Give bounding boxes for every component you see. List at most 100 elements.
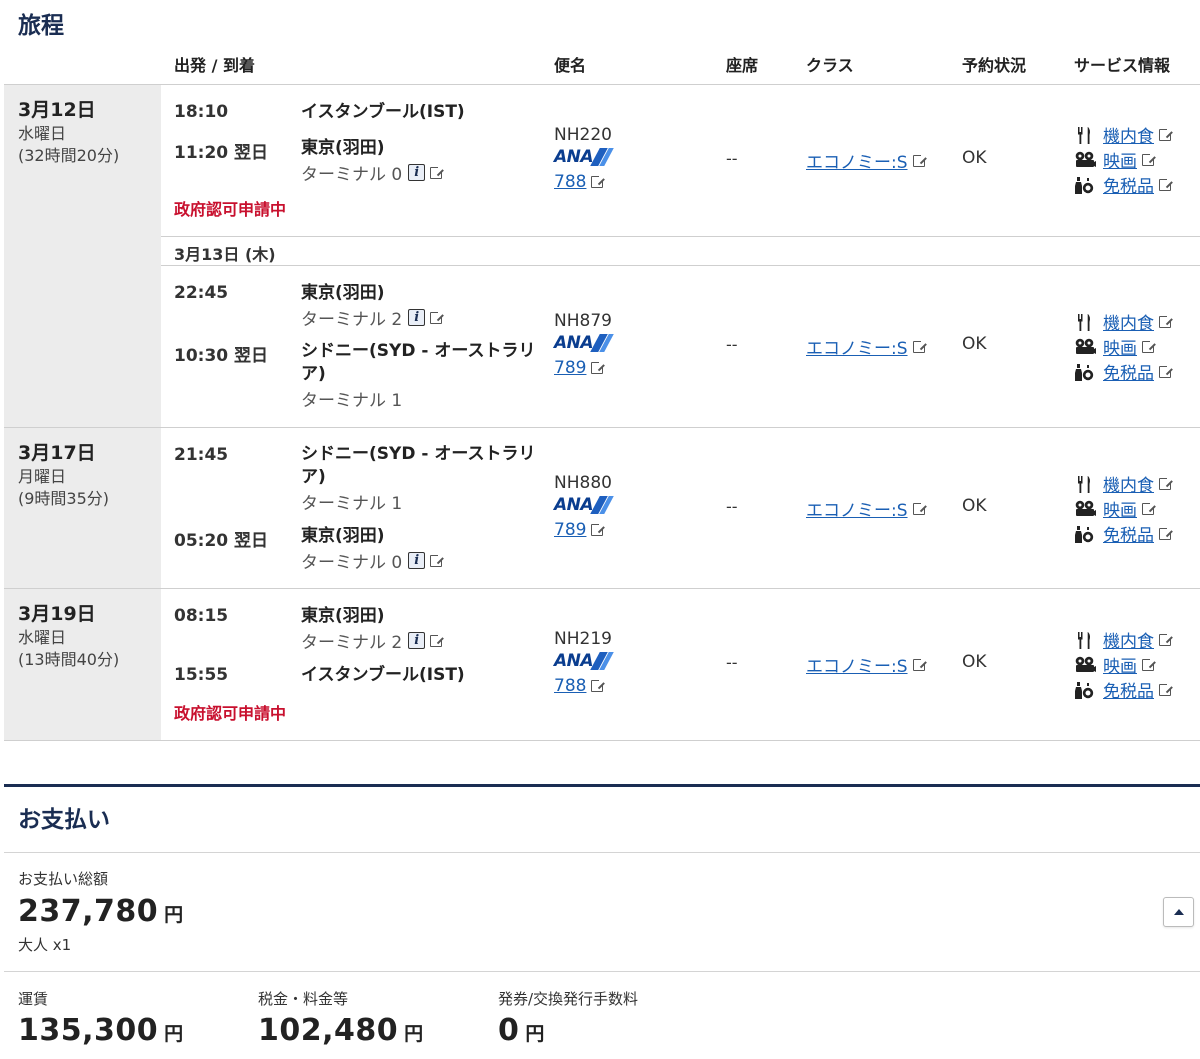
dutyfree-link[interactable]: 免税品 [1073,521,1173,546]
fee-amount: 0円 [498,1013,545,1048]
seat-value: -- [726,653,738,672]
dutyfree-link[interactable]: 免税品 [1073,677,1173,702]
fee-label: 発券/交換発行手数料 [498,990,639,1008]
aircraft-type[interactable]: 788 [554,676,586,696]
movie-icon [1073,655,1097,675]
external-link-icon [1159,126,1173,141]
class-link[interactable]: エコノミー:S [806,334,927,359]
booking-status: OK [962,148,987,168]
external-link-icon [912,338,927,353]
departure-time: 21:45 [174,445,229,465]
info-icon[interactable]: i [408,632,426,649]
movie-link[interactable]: 映画 [1073,334,1171,359]
terminal-label: ターミナル 1 [301,391,403,411]
external-link-icon [1142,500,1156,515]
currency-label: 円 [164,1023,184,1045]
service-links: 機内食 映画 免税品 [1073,122,1173,197]
external-link-icon [1159,475,1173,490]
info-icon[interactable]: i [408,164,426,181]
payment-divider [4,852,1200,853]
departure-terminal: ターミナル 2 i [301,305,445,330]
info-icon[interactable]: i [408,552,426,569]
movie-link[interactable]: 映画 [1073,496,1171,521]
external-link-icon [1159,525,1173,540]
arrival-terminal: ターミナル 0 i [301,160,445,185]
flight-segment: 21:45 シドニー(SYD - オーストラリア) ターミナル 1 05:20 … [161,428,1200,588]
info-icon[interactable]: i [408,309,426,326]
departure-airport: イスタンブール(IST) [301,102,465,122]
col-depart-arrive: 出発 / 到着 [174,56,255,75]
movie-label[interactable]: 映画 [1103,496,1137,521]
itinerary-title: 旅程 [18,13,64,39]
seat-value: -- [726,335,738,354]
movie-link[interactable]: 映画 [1073,147,1171,172]
amount-value: 0 [498,1013,520,1048]
external-link-icon[interactable] [430,164,445,179]
class-label[interactable]: エコノミー:S [806,652,908,677]
aircraft-type[interactable]: 789 [554,520,586,540]
meal-label[interactable]: 機内食 [1103,309,1154,334]
date-cell-2: 3月17日 月曜日 (9時間35分) [4,428,161,588]
aircraft-link[interactable]: 788 [554,676,606,696]
movie-link[interactable]: 映画 [1073,652,1171,677]
meal-label[interactable]: 機内食 [1103,471,1154,496]
meal-link[interactable]: 機内食 [1073,471,1173,496]
external-link-icon[interactable] [430,632,445,647]
dutyfree-label[interactable]: 免税品 [1103,359,1154,384]
transit-date-label: 3月13日 (木) [174,245,276,264]
class-label[interactable]: エコノミー:S [806,148,908,173]
duration-label: (13時間40分) [18,650,120,669]
meal-label[interactable]: 機内食 [1103,122,1154,147]
meal-link[interactable]: 機内食 [1073,122,1173,147]
dutyfree-link[interactable]: 免税品 [1073,172,1173,197]
class-link[interactable]: エコノミー:S [806,148,927,173]
dutyfree-icon [1073,362,1097,382]
meal-icon [1073,125,1097,145]
meal-link[interactable]: 機内食 [1073,627,1173,652]
class-link[interactable]: エコノミー:S [806,496,927,521]
dutyfree-label[interactable]: 免税品 [1103,521,1154,546]
dutyfree-link[interactable]: 免税品 [1073,359,1173,384]
ana-logo: ANA [554,333,614,353]
aircraft-link[interactable]: 789 [554,520,606,540]
duration-label: (32時間20分) [18,146,120,165]
seat-value: -- [726,149,738,168]
aircraft-type[interactable]: 789 [554,358,586,378]
dutyfree-icon [1073,524,1097,544]
terminal-label: ターミナル 1 [301,494,403,514]
date-label: 3月19日 [18,603,96,625]
external-link-icon[interactable] [430,309,445,324]
dutyfree-label[interactable]: 免税品 [1103,677,1154,702]
movie-label[interactable]: 映画 [1103,334,1137,359]
aircraft-type[interactable]: 788 [554,172,586,192]
external-link-icon [591,522,606,536]
dutyfree-label[interactable]: 免税品 [1103,172,1154,197]
class-link[interactable]: エコノミー:S [806,652,927,677]
collapse-button[interactable] [1163,897,1194,927]
meal-link[interactable]: 機内食 [1073,309,1173,334]
meal-label[interactable]: 機内食 [1103,627,1154,652]
departure-terminal: ターミナル 1 [301,489,402,514]
date-label: 3月12日 [18,99,96,121]
external-link-icon [1159,681,1173,696]
movie-icon [1073,499,1097,519]
airline-name: ANA [554,495,594,515]
arrival-terminal: ターミナル 1 [301,386,402,411]
total-amount: 237,780 円 [18,894,184,929]
weekday-label: 月曜日 [18,467,67,486]
external-link-icon[interactable] [430,552,445,567]
row-divider [4,740,1200,741]
payment-top-border [4,784,1200,787]
movie-label[interactable]: 映画 [1103,147,1137,172]
arrival-airport: シドニー(SYD - オーストラリア) [301,341,536,384]
flight-number: NH219 [554,629,612,649]
class-label[interactable]: エコノミー:S [806,496,908,521]
col-seat: 座席 [726,56,759,75]
external-link-icon [1142,656,1156,671]
class-label[interactable]: エコノミー:S [806,334,908,359]
aircraft-link[interactable]: 788 [554,172,606,192]
aircraft-link[interactable]: 789 [554,358,606,378]
meal-icon [1073,630,1097,650]
movie-label[interactable]: 映画 [1103,652,1137,677]
duration-label: (9時間35分) [18,489,110,508]
